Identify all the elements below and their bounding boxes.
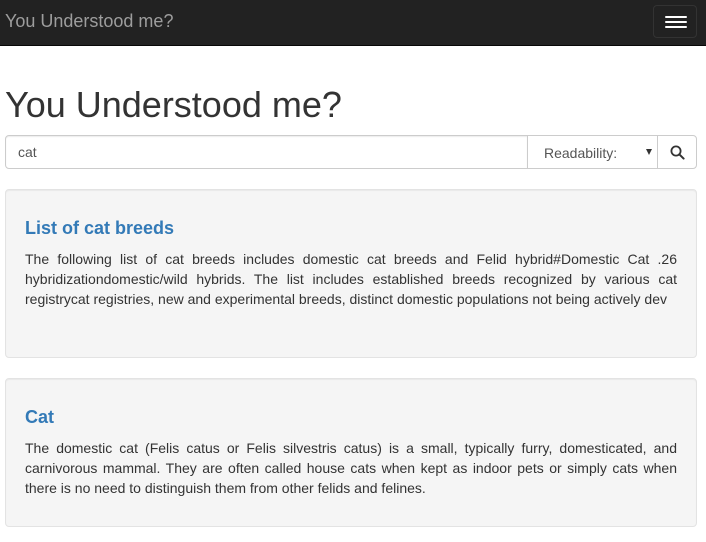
result-card: Cat The domestic cat (Felis catus or Fel… bbox=[5, 378, 697, 527]
navbar: You Understood me? bbox=[0, 0, 706, 46]
result-title-link[interactable]: Cat bbox=[25, 406, 677, 428]
search-button[interactable] bbox=[657, 135, 697, 169]
readability-select[interactable]: Readability: bbox=[527, 135, 658, 169]
search-input[interactable] bbox=[5, 135, 528, 169]
result-description: The domestic cat (Felis catus or Felis s… bbox=[25, 440, 677, 496]
navbar-brand[interactable]: You Understood me? bbox=[5, 10, 173, 32]
result-card: List of cat breeds The following list of… bbox=[5, 189, 697, 358]
search-group: Readability: bbox=[5, 135, 697, 169]
hamburger-icon bbox=[665, 26, 687, 28]
menu-toggle-button[interactable] bbox=[653, 5, 697, 38]
dropdown-caret-icon bbox=[646, 149, 652, 155]
result-title-link[interactable]: List of cat breeds bbox=[25, 217, 677, 239]
search-icon bbox=[670, 145, 685, 160]
hamburger-icon bbox=[665, 21, 687, 23]
hamburger-icon bbox=[665, 16, 687, 18]
result-description: The following list of cat breeds include… bbox=[25, 251, 677, 307]
page-title: You Understood me? bbox=[5, 84, 342, 125]
readability-label: Readability: bbox=[544, 145, 618, 161]
